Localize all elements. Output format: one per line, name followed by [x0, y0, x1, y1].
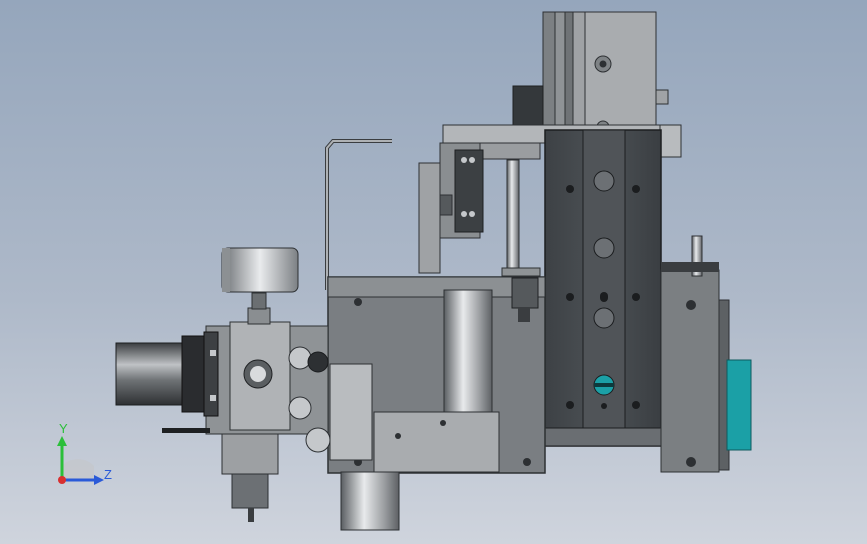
cad-3d-viewport[interactable]: Y Z: [0, 0, 867, 544]
right-mount-plate[interactable]: [660, 235, 730, 473]
top-cylinder-block[interactable]: [512, 11, 669, 134]
linear-slide-rail[interactable]: [544, 129, 662, 447]
left-lens-cylinder[interactable]: [115, 331, 219, 417]
center-cylinder[interactable]: [443, 289, 493, 413]
y-axis-label: Y: [59, 421, 68, 436]
bent-rod: [325, 139, 392, 290]
pressure-gauge[interactable]: [221, 247, 299, 293]
origin-marker: [58, 476, 66, 484]
side-clamp-block[interactable]: [418, 142, 484, 274]
coordinate-triad: Y Z: [57, 421, 112, 485]
z-axis-label: Z: [104, 467, 112, 482]
bottom-cylinder[interactable]: [340, 471, 400, 531]
teal-connector[interactable]: [726, 359, 752, 451]
